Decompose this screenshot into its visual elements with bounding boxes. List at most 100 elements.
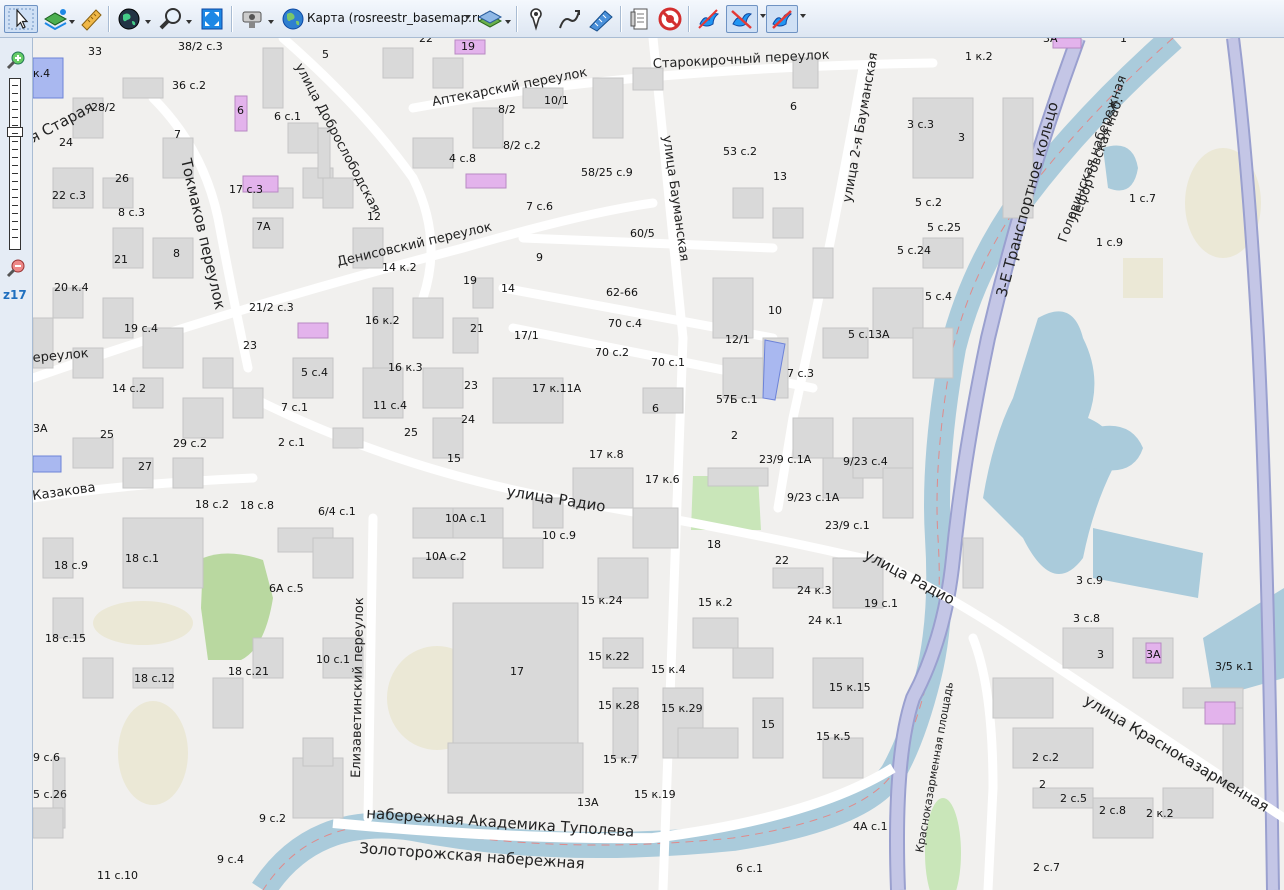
zoom-tick xyxy=(12,141,18,142)
house-label: 6 xyxy=(237,104,244,117)
zoom-out-icon[interactable] xyxy=(5,258,27,280)
house-label: 9/23 с.4 xyxy=(843,455,888,468)
house-label: 12/1 xyxy=(725,333,750,346)
globe-dropdown-arrow[interactable] xyxy=(145,20,151,24)
ruler-button[interactable] xyxy=(78,5,104,33)
route-button[interactable] xyxy=(554,5,584,33)
zoom-tick xyxy=(12,117,18,118)
zoom-tick xyxy=(12,197,18,198)
house-label: 15 к.5 xyxy=(816,730,851,743)
measure-icon xyxy=(589,10,613,32)
layer-stack-button[interactable] xyxy=(475,5,511,33)
basemap-dropdown[interactable]: Карта (rosreestr_basemap.ru) xyxy=(280,5,489,33)
house-label: 18 с.8 xyxy=(240,499,274,512)
globe-button[interactable] xyxy=(114,5,152,33)
zoom-tick xyxy=(12,85,18,86)
house-label: 15 к.28 xyxy=(598,699,640,712)
bird-pin-dropdown-arrow[interactable] xyxy=(800,14,806,18)
house-label: 29 с.2 xyxy=(173,437,207,450)
basemap-dropdown-arrow[interactable] xyxy=(465,15,471,19)
house-label: 8 xyxy=(173,247,180,260)
house-label: 5 с.13А xyxy=(848,328,890,341)
place-pin-button[interactable] xyxy=(522,5,550,33)
satellite-dropdown-arrow[interactable] xyxy=(268,20,274,24)
house-label: 36 с.2 xyxy=(172,79,206,92)
house-label: 21 xyxy=(470,322,484,335)
house-label: 13А xyxy=(577,796,599,809)
house-label: 9 xyxy=(536,251,543,264)
house-label: 15 к.22 xyxy=(588,650,630,663)
zoom-slider[interactable] xyxy=(7,78,23,250)
bird-crossed-button[interactable] xyxy=(726,5,758,33)
house-label: 16 к.3 xyxy=(388,361,423,374)
house-label: 2 к.2 xyxy=(1146,807,1174,820)
stop-button[interactable] xyxy=(656,5,684,33)
house-label: 18 с.21 xyxy=(228,665,269,678)
zoom-tick xyxy=(12,205,18,206)
satellite-button[interactable] xyxy=(236,5,274,33)
house-label: 18 с.1 xyxy=(125,552,159,565)
house-label: 15 xyxy=(447,452,461,465)
zoom-panel: z17 xyxy=(0,38,33,890)
house-label: 9 с.4 xyxy=(217,853,244,866)
house-label: 10/1 xyxy=(544,94,569,107)
house-label: 3/5 к.1 xyxy=(1215,660,1253,673)
house-label: 12 xyxy=(367,210,381,223)
layer-stack-dropdown-arrow[interactable] xyxy=(505,20,511,24)
zoom-in-icon[interactable] xyxy=(5,50,27,72)
house-label: 6 xyxy=(652,402,659,415)
house-label: 22 с.3 xyxy=(52,189,86,202)
basemap-globe-icon xyxy=(282,8,304,30)
zoom-tick xyxy=(12,125,18,126)
house-label: 23/9 с.1А xyxy=(759,453,812,466)
fullscreen-button[interactable] xyxy=(198,5,226,33)
pointer-icon xyxy=(8,8,34,30)
house-label: 33 xyxy=(88,45,102,58)
bird-tool-button[interactable] xyxy=(694,5,724,33)
zoom-dropdown-arrow[interactable] xyxy=(186,20,192,24)
zoom-tick xyxy=(12,221,18,222)
house-label: 27 xyxy=(138,460,152,473)
house-label: 18 xyxy=(707,538,721,551)
house-label: 5 с.26 xyxy=(33,788,67,801)
notes-button[interactable] xyxy=(626,5,654,33)
house-label: 19 с.1 xyxy=(864,597,898,610)
zoom-tick xyxy=(12,165,18,166)
house-label: 10 с.1 xyxy=(316,653,350,666)
house-label: к.4 xyxy=(33,67,50,80)
house-label: 15 к.2 xyxy=(698,596,733,609)
house-label: 9 с.2 xyxy=(259,812,286,825)
layers-button[interactable] xyxy=(40,5,75,33)
house-label: 19 с.4 xyxy=(124,322,158,335)
layer-stack-icon xyxy=(477,10,503,28)
map-canvas[interactable]: Старокирочный переулок Аптекарский переу… xyxy=(33,38,1284,890)
measure-button[interactable] xyxy=(586,5,616,33)
house-label: 62-66 xyxy=(606,286,638,299)
house-label: 17 с.3 xyxy=(229,183,263,196)
house-label: 15 к.15 xyxy=(829,681,871,694)
zoom-tick xyxy=(12,93,18,94)
house-label: 9 с.6 xyxy=(33,751,60,764)
house-label: 18 с.15 xyxy=(45,632,86,645)
zoom-tick xyxy=(12,189,18,190)
house-label: 7 xyxy=(174,128,181,141)
house-label: 8/2 xyxy=(498,103,516,116)
house-label: 6 с.1 xyxy=(274,110,301,123)
house-label: 19 xyxy=(461,40,475,53)
bird-pin-button[interactable] xyxy=(766,5,798,33)
house-label: 21/2 с.3 xyxy=(249,301,294,314)
map-svg: Старокирочный переулок Аптекарский переу… xyxy=(33,38,1284,890)
zoom-slider-thumb[interactable] xyxy=(7,127,23,137)
layers-icon xyxy=(44,9,68,31)
zoom-tick xyxy=(12,213,18,214)
zoom-tick xyxy=(12,101,18,102)
house-label: 17 к.6 xyxy=(645,473,680,486)
house-label: 21 xyxy=(114,253,128,266)
zoom-tool-button[interactable] xyxy=(156,5,192,33)
pointer-tool-button[interactable] xyxy=(4,5,38,33)
zoom-tick xyxy=(12,109,18,110)
layers-dropdown-arrow[interactable] xyxy=(69,20,75,24)
house-label: 5 с.24 xyxy=(897,244,931,257)
house-label: 70 с.1 xyxy=(651,356,685,369)
pin-icon xyxy=(530,8,542,31)
